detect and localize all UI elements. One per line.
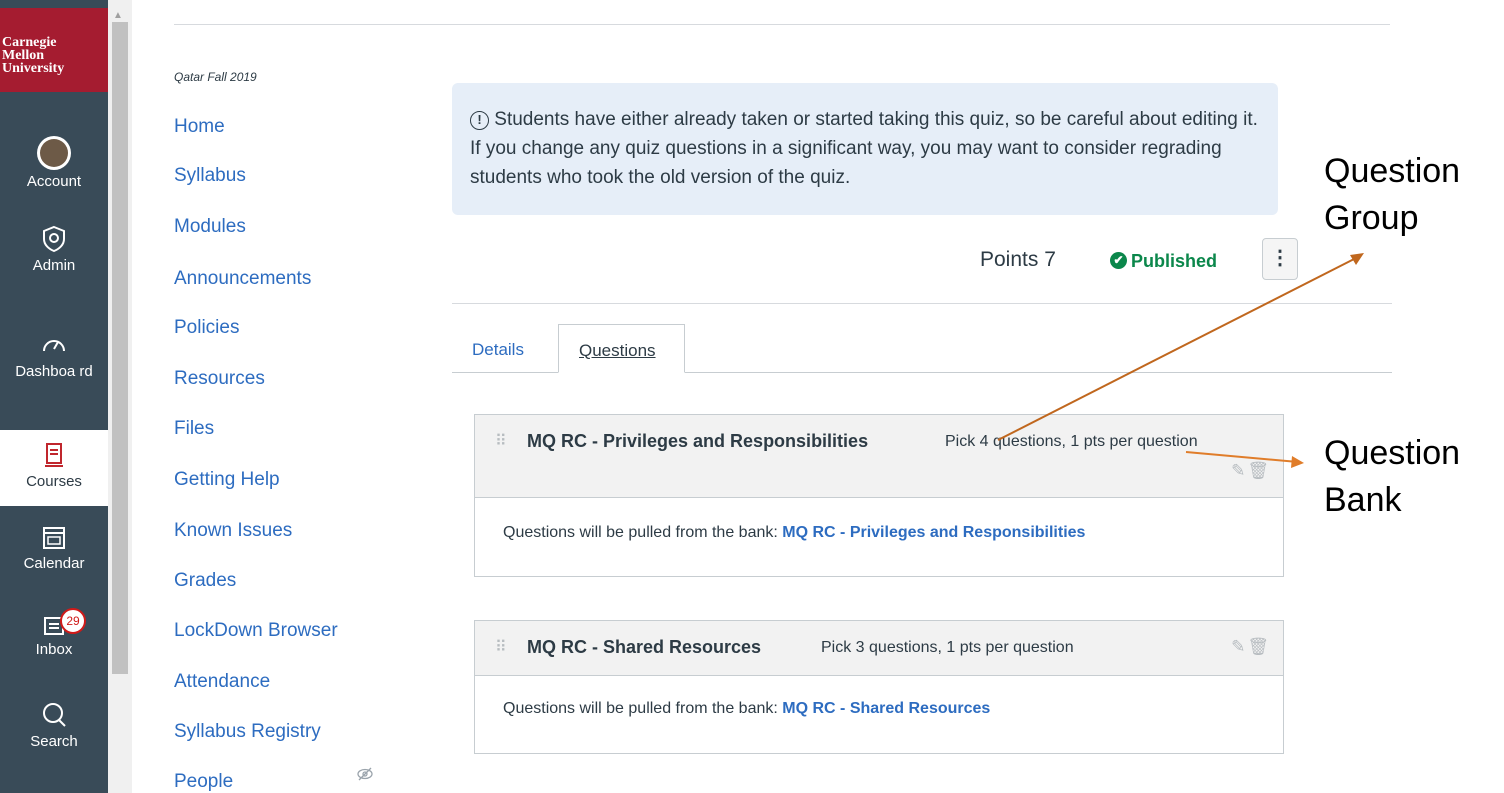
trash-icon[interactable]: 🗑 xyxy=(1247,637,1269,656)
edit-pencil-icon[interactable]: ✎ xyxy=(1231,637,1245,656)
dashboard-icon xyxy=(43,340,65,352)
question-group-pick-rule: Pick 4 questions, 1 pts per question xyxy=(945,433,1198,450)
global-nav: Carnegie Mellon University Account Admin… xyxy=(0,0,108,793)
bank-prefix-text: Questions will be pulled from the bank: xyxy=(503,524,778,541)
bank-prefix-text: Questions will be pulled from the bank: xyxy=(503,700,778,717)
question-group-header: ⠿ MQ RC - Shared Resources Pick 3 questi… xyxy=(475,621,1283,676)
global-nav-dashboard[interactable]: Dashboa rd xyxy=(0,330,108,414)
question-group: ⠿ MQ RC - Shared Resources Pick 3 questi… xyxy=(474,620,1284,754)
question-bank-annotation: Question Bank xyxy=(1324,430,1460,524)
global-nav-search[interactable]: Search xyxy=(0,700,108,766)
group-actions: ✎ 🗑 xyxy=(1231,637,1269,657)
question-bank-source: Questions will be pulled from the bank: … xyxy=(475,676,1283,753)
question-group-title: MQ RC - Privileges and Responsibilities xyxy=(527,431,869,451)
question-group-title: MQ RC - Shared Resources xyxy=(527,637,762,657)
course-nav-policies[interactable]: Policies xyxy=(174,317,239,339)
drag-handle-icon[interactable]: ⠿ xyxy=(495,637,507,657)
search-icon xyxy=(43,703,66,727)
calendar-icon xyxy=(43,527,65,549)
university-logo[interactable]: Carnegie Mellon University xyxy=(0,8,108,92)
avatar xyxy=(37,136,71,170)
course-nav-people[interactable]: People xyxy=(174,771,233,793)
section-divider xyxy=(452,303,1392,304)
global-nav-label: Dashboa rd xyxy=(15,363,93,380)
trash-icon[interactable]: 🗑 xyxy=(1247,461,1269,480)
question-group-header: ⠿ MQ RC - Privileges and Responsibilitie… xyxy=(475,415,1283,498)
check-circle-icon: ✔ xyxy=(1110,252,1127,270)
course-nav-attendance[interactable]: Attendance xyxy=(174,671,270,693)
inbox-count-badge: 29 xyxy=(60,608,86,634)
quiz-points: Points 7 xyxy=(980,248,1056,271)
course-nav-syllabus[interactable]: Syllabus xyxy=(174,165,246,187)
global-nav-label: Account xyxy=(26,173,82,190)
tab-questions[interactable]: Questions xyxy=(558,324,685,373)
annotation-line: Question xyxy=(1324,434,1461,472)
global-nav-inbox[interactable]: 29 Inbox xyxy=(0,608,108,674)
quiz-status-row: Points 7 ✔ Published xyxy=(980,248,1280,284)
course-nav-grades[interactable]: Grades xyxy=(174,570,236,592)
global-nav-label: Calendar xyxy=(23,555,85,572)
question-bank-source: Questions will be pulled from the bank: … xyxy=(475,498,1283,576)
alert-text: Students have either already taken or st… xyxy=(470,109,1258,188)
edit-pencil-icon[interactable]: ✎ xyxy=(1231,461,1245,480)
annotation-line: Question xyxy=(1324,152,1461,190)
book-icon xyxy=(45,443,63,467)
global-nav-account[interactable]: Account xyxy=(0,136,108,202)
shield-icon xyxy=(43,225,65,253)
question-group-annotation: Question Group xyxy=(1324,148,1460,242)
course-nav-files[interactable]: Files xyxy=(174,418,214,440)
global-nav-calendar[interactable]: Calendar xyxy=(0,522,108,588)
global-nav-admin[interactable]: Admin xyxy=(0,224,108,290)
more-options-button[interactable]: ⋮ xyxy=(1262,238,1298,280)
course-term: Qatar Fall 2019 xyxy=(174,70,257,84)
tab-details[interactable]: Details xyxy=(472,340,524,360)
course-nav-resources[interactable]: Resources xyxy=(174,368,265,390)
course-nav-known-issues[interactable]: Known Issues xyxy=(174,520,292,542)
course-nav-modules[interactable]: Modules xyxy=(174,216,246,238)
global-nav-label: Admin xyxy=(32,257,76,274)
published-status[interactable]: ✔ Published xyxy=(1110,251,1217,272)
global-nav-courses[interactable]: Courses xyxy=(0,430,108,506)
published-label: Published xyxy=(1131,251,1218,271)
global-nav-label: Courses xyxy=(26,473,82,490)
header-divider xyxy=(174,24,1390,25)
course-nav-announcements[interactable]: Announcements xyxy=(174,268,311,290)
question-group-pick-rule: Pick 3 questions, 1 pts per question xyxy=(821,639,1074,656)
group-arrow-head-icon xyxy=(1350,253,1364,265)
global-nav-label: Search xyxy=(30,733,78,750)
group-actions: ✎ 🗑 xyxy=(1231,461,1269,481)
annotation-line: Bank xyxy=(1324,481,1402,519)
question-bank-link[interactable]: MQ RC - Shared Resources xyxy=(782,700,990,717)
bank-arrow-head-icon xyxy=(1291,456,1304,468)
drag-handle-icon[interactable]: ⠿ xyxy=(495,431,507,451)
question-group: ⠿ MQ RC - Privileges and Responsibilitie… xyxy=(474,414,1284,577)
course-nav-lockdown-browser[interactable]: LockDown Browser xyxy=(174,620,338,642)
quiz-warning-alert: ! Students have either already taken or … xyxy=(452,83,1278,215)
scroll-up-arrow-icon[interactable]: ▲ xyxy=(113,10,123,21)
annotation-line: Group xyxy=(1324,199,1419,237)
course-nav-getting-help[interactable]: Getting Help xyxy=(174,469,280,491)
logo-line: University xyxy=(2,61,65,76)
question-bank-link[interactable]: MQ RC - Privileges and Responsibilities xyxy=(782,524,1085,541)
course-nav-syllabus-registry[interactable]: Syllabus Registry xyxy=(174,721,321,743)
hidden-eye-icon xyxy=(357,767,373,781)
global-nav-label: Inbox xyxy=(35,641,73,658)
alert-icon: ! xyxy=(470,111,489,130)
nav-scrollbar-thumb[interactable] xyxy=(112,22,128,674)
course-nav-home[interactable]: Home xyxy=(174,116,225,138)
